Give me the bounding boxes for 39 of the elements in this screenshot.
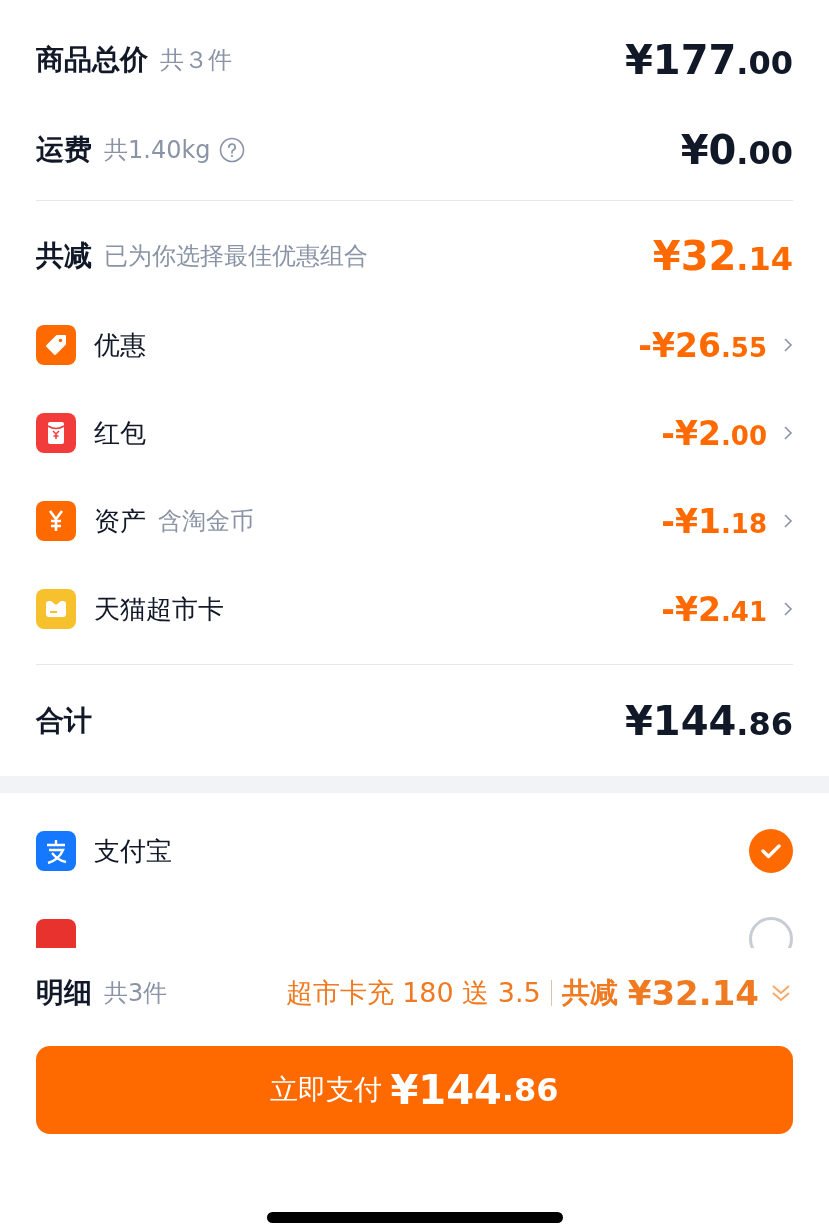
alipay-icon [36,831,76,871]
selected-check-icon[interactable] [749,829,793,873]
discount-row[interactable]: 天猫超市卡 -¥2.41 [36,565,793,653]
saving-label: 共减 [561,975,618,1011]
row-label: 红包 [94,416,146,450]
row-label: 商品总价 [36,42,148,78]
row-label: 共减 [36,238,92,274]
discount-row[interactable]: 资产 含淘金币 -¥1.18 [36,477,793,565]
radio-button[interactable] [749,917,793,948]
discount-amount: -¥2.00 [661,413,767,453]
discount-amount: -¥1.18 [661,501,767,541]
price: ¥0.00 [680,127,793,173]
chevron-icon [783,337,793,353]
detail-label: 明细 [36,975,92,1011]
promo-text: 超市卡充 180 送 3.5 [285,976,541,1010]
chevron-icon [783,425,793,441]
row-note: 共３件 [160,45,232,76]
discount-row[interactable]: 优惠 -¥26.55 [36,301,793,389]
row-label: 优惠 [94,328,146,362]
row-label: 合计 [36,703,92,739]
chevron-icon [783,513,793,529]
row-label: 资产 [94,504,146,538]
discount-row[interactable]: 红包 -¥2.00 [36,389,793,477]
saving-amount: ¥32.14 [627,973,759,1013]
price: ¥177.00 [625,37,793,83]
row-label: 运费 [36,132,92,168]
row-note: 含淘金币 [158,506,254,537]
payment-icon [36,919,76,948]
row-note: 共1.40kg [104,135,211,166]
discount-amount: -¥2.41 [661,589,767,629]
total-price: ¥144.86 [625,698,793,744]
help-icon[interactable] [218,137,245,163]
payment-label: 支付宝 [94,834,172,868]
row-note: 已为你选择最佳优惠组合 [104,241,368,272]
item-count: 共3件 [104,978,168,1009]
discount-amount: ¥32.14 [652,233,793,279]
row-label: 天猫超市卡 [94,592,224,626]
discount-amount: -¥26.55 [638,325,767,365]
chevron-icon [783,601,793,617]
